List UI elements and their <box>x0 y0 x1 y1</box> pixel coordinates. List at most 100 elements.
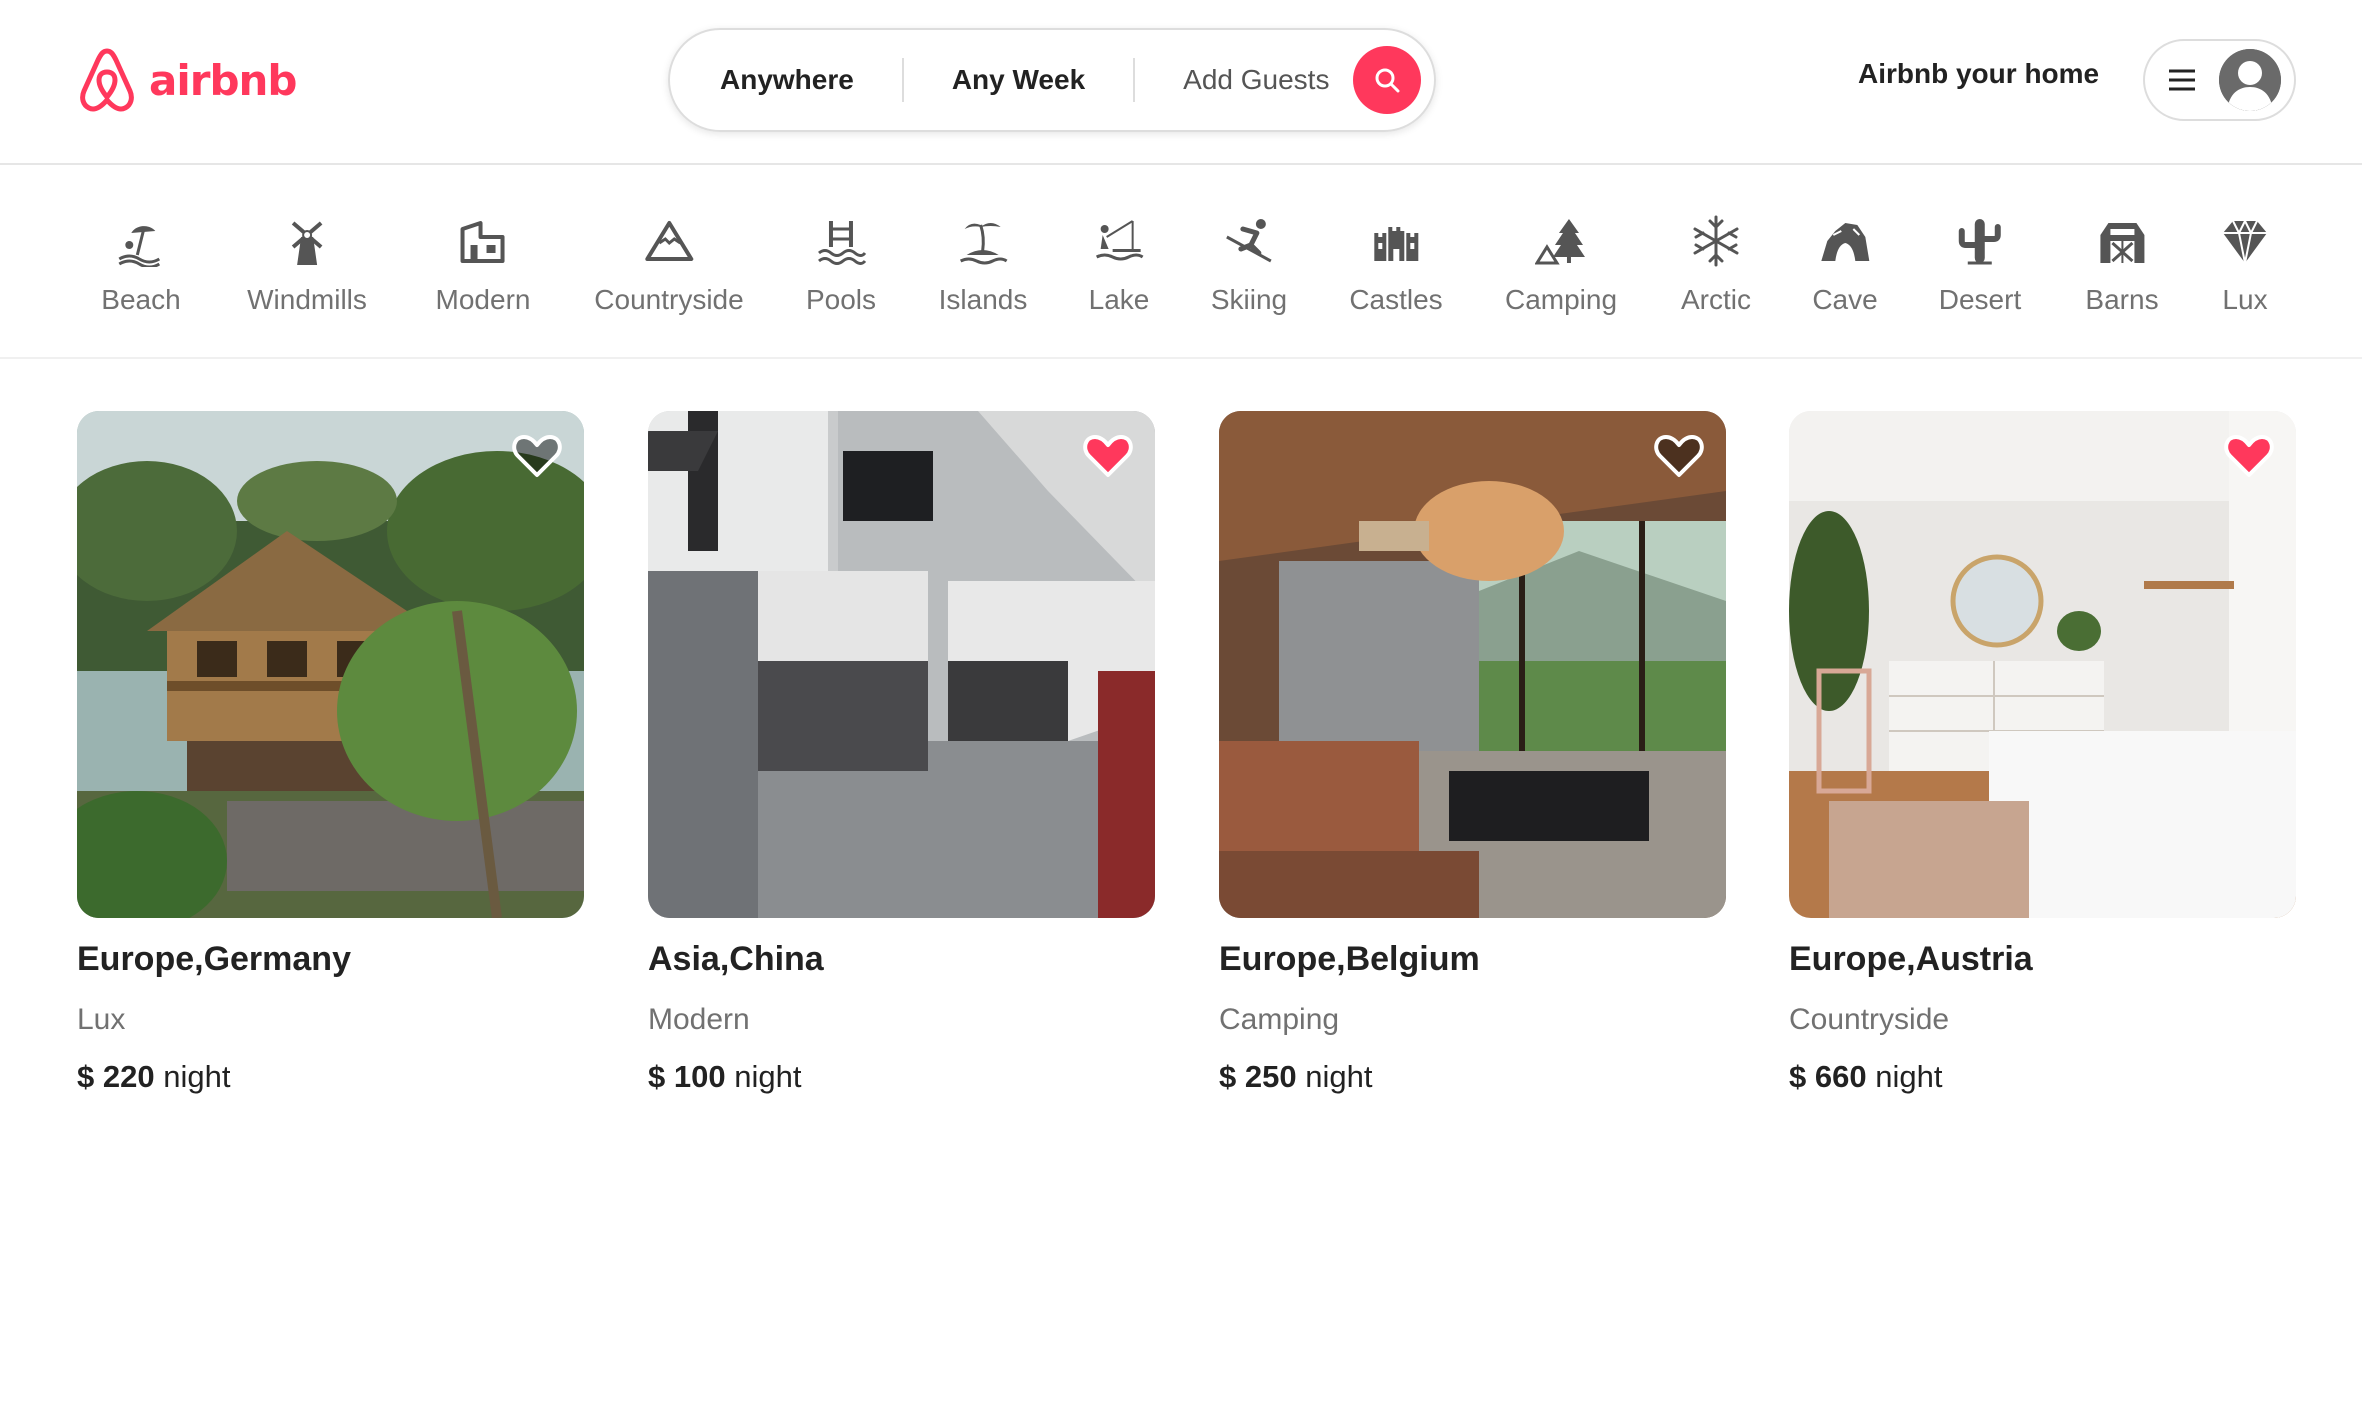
price-unit: night <box>1875 1059 1943 1094</box>
host-your-home-link[interactable]: Airbnb your home <box>1858 58 2099 90</box>
listing-location: Europe,Belgium <box>1219 940 1480 978</box>
price-amount: 220 <box>102 1059 155 1094</box>
category-countryside[interactable]: Countryside <box>594 215 744 316</box>
category-label: Pools <box>805 284 877 315</box>
heart-outline-icon <box>512 435 562 477</box>
search-submit-button[interactable] <box>1353 46 1422 114</box>
category-modern[interactable]: Modern <box>435 215 531 316</box>
category-bar: Beach Windmills Modern Countryside Pools… <box>0 167 2362 359</box>
windmill-icon <box>291 221 323 265</box>
category-label: Arctic <box>1681 284 1751 315</box>
top-navbar: airbnb Anywhere Any Week Add Guests Airb… <box>0 0 2362 165</box>
user-menu-button[interactable] <box>2143 39 2296 121</box>
castle-icon <box>1374 227 1418 261</box>
hamburger-menu-icon <box>2167 68 2197 92</box>
category-lux[interactable]: Lux <box>2219 215 2271 316</box>
favorite-button[interactable] <box>512 433 562 479</box>
category-label: Barns <box>2085 284 2159 315</box>
category-label: Countryside <box>594 284 744 315</box>
category-label: Lux <box>2222 284 2268 315</box>
price-unit: night <box>1305 1059 1373 1094</box>
category-arctic[interactable]: Arctic <box>1681 215 1751 316</box>
listing-category: Camping <box>1219 1003 1340 1036</box>
listing-card[interactable]: Europe,Austria Countryside $ 660 night <box>1789 411 2296 1095</box>
listing-card[interactable]: Europe,Belgium Camping $ 250 night <box>1219 411 1726 1095</box>
price-unit: night <box>163 1059 231 1094</box>
mountain-icon <box>645 221 693 261</box>
favorite-button[interactable] <box>2224 433 2274 479</box>
listing-category: Lux <box>77 1003 126 1036</box>
price-amount: 100 <box>673 1059 726 1094</box>
heart-filled-icon <box>1083 435 1133 477</box>
category-camping[interactable]: Camping <box>1505 215 1617 316</box>
category-label: Beach <box>101 284 181 315</box>
beach-icon <box>118 226 160 267</box>
category-beach[interactable]: Beach <box>101 215 181 316</box>
category-skiing[interactable]: Skiing <box>1211 215 1287 316</box>
category-islands[interactable]: Islands <box>938 215 1028 316</box>
listing-photo[interactable] <box>77 411 584 918</box>
price-currency: $ <box>77 1059 95 1094</box>
category-barns[interactable]: Barns <box>2085 215 2159 316</box>
lake-icon <box>1096 220 1144 261</box>
price-currency: $ <box>648 1059 666 1094</box>
favorite-button[interactable] <box>1083 433 1133 479</box>
search-when-button[interactable]: Any Week <box>904 64 1133 96</box>
cactus-icon <box>1959 219 2001 265</box>
price-amount: 660 <box>1814 1059 1867 1094</box>
barn-icon <box>2100 223 2144 263</box>
category-label: Windmills <box>247 284 367 315</box>
modern-house-icon <box>461 221 505 263</box>
category-label: Castles <box>1349 284 1443 315</box>
category-label: Lake <box>1088 284 1150 315</box>
category-label: Islands <box>938 284 1028 315</box>
pool-icon <box>818 221 867 265</box>
cave-icon <box>1821 223 1869 261</box>
listing-price: $ 250 night <box>1219 1059 1726 1095</box>
search-icon <box>1375 68 1400 93</box>
category-pools[interactable]: Pools <box>806 215 876 316</box>
category-label: Modern <box>435 284 531 315</box>
search-where-button[interactable]: Anywhere <box>670 64 902 96</box>
skiing-icon <box>1226 219 1272 263</box>
diamond-icon <box>2223 220 2267 264</box>
listing-card[interactable]: Asia,China Modern $ 100 night <box>648 411 1155 1095</box>
listing-photo[interactable] <box>648 411 1155 918</box>
category-label: Cave <box>1812 284 1878 315</box>
category-cave[interactable]: Cave <box>1812 215 1878 316</box>
listing-photo[interactable] <box>1219 411 1726 918</box>
island-icon <box>960 223 1008 265</box>
category-windmills[interactable]: Windmills <box>247 215 367 316</box>
airbnb-logo[interactable]: airbnb <box>77 46 297 114</box>
listing-photo[interactable] <box>1789 411 2296 918</box>
listing-location: Europe,Austria <box>1789 940 2033 978</box>
user-avatar-icon <box>2219 49 2281 111</box>
price-currency: $ <box>1219 1059 1237 1094</box>
category-label: Camping <box>1504 284 1618 315</box>
price-unit: night <box>734 1059 802 1094</box>
category-castles[interactable]: Castles <box>1349 215 1443 316</box>
listing-card[interactable]: Europe,Germany Lux $ 220 night <box>77 411 584 1095</box>
category-desert[interactable]: Desert <box>1939 215 2021 316</box>
heart-outline-icon <box>1654 435 1704 477</box>
favorite-button[interactable] <box>1654 433 1704 479</box>
heart-filled-icon <box>2224 435 2274 477</box>
search-guests-button[interactable]: Add Guests <box>1135 64 1353 96</box>
category-lake[interactable]: Lake <box>1088 215 1150 316</box>
listing-location: Asia,China <box>648 940 824 978</box>
listing-category: Modern <box>648 1003 750 1036</box>
listing-price: $ 220 night <box>77 1059 584 1095</box>
category-label: Desert <box>1938 284 2022 315</box>
search-bar[interactable]: Anywhere Any Week Add Guests <box>668 28 1436 132</box>
listing-price: $ 100 night <box>648 1059 1155 1095</box>
price-currency: $ <box>1789 1059 1807 1094</box>
airbnb-logo-icon <box>80 48 134 112</box>
category-label: Skiing <box>1210 284 1288 315</box>
listing-price: $ 660 night <box>1789 1059 2296 1095</box>
camping-icon <box>1535 219 1585 265</box>
brand-name: airbnb <box>149 55 297 105</box>
price-amount: 250 <box>1244 1059 1297 1094</box>
snowflake-icon <box>1693 215 1739 267</box>
listing-category: Countryside <box>1789 1003 1950 1036</box>
listing-location: Europe,Germany <box>77 940 351 978</box>
